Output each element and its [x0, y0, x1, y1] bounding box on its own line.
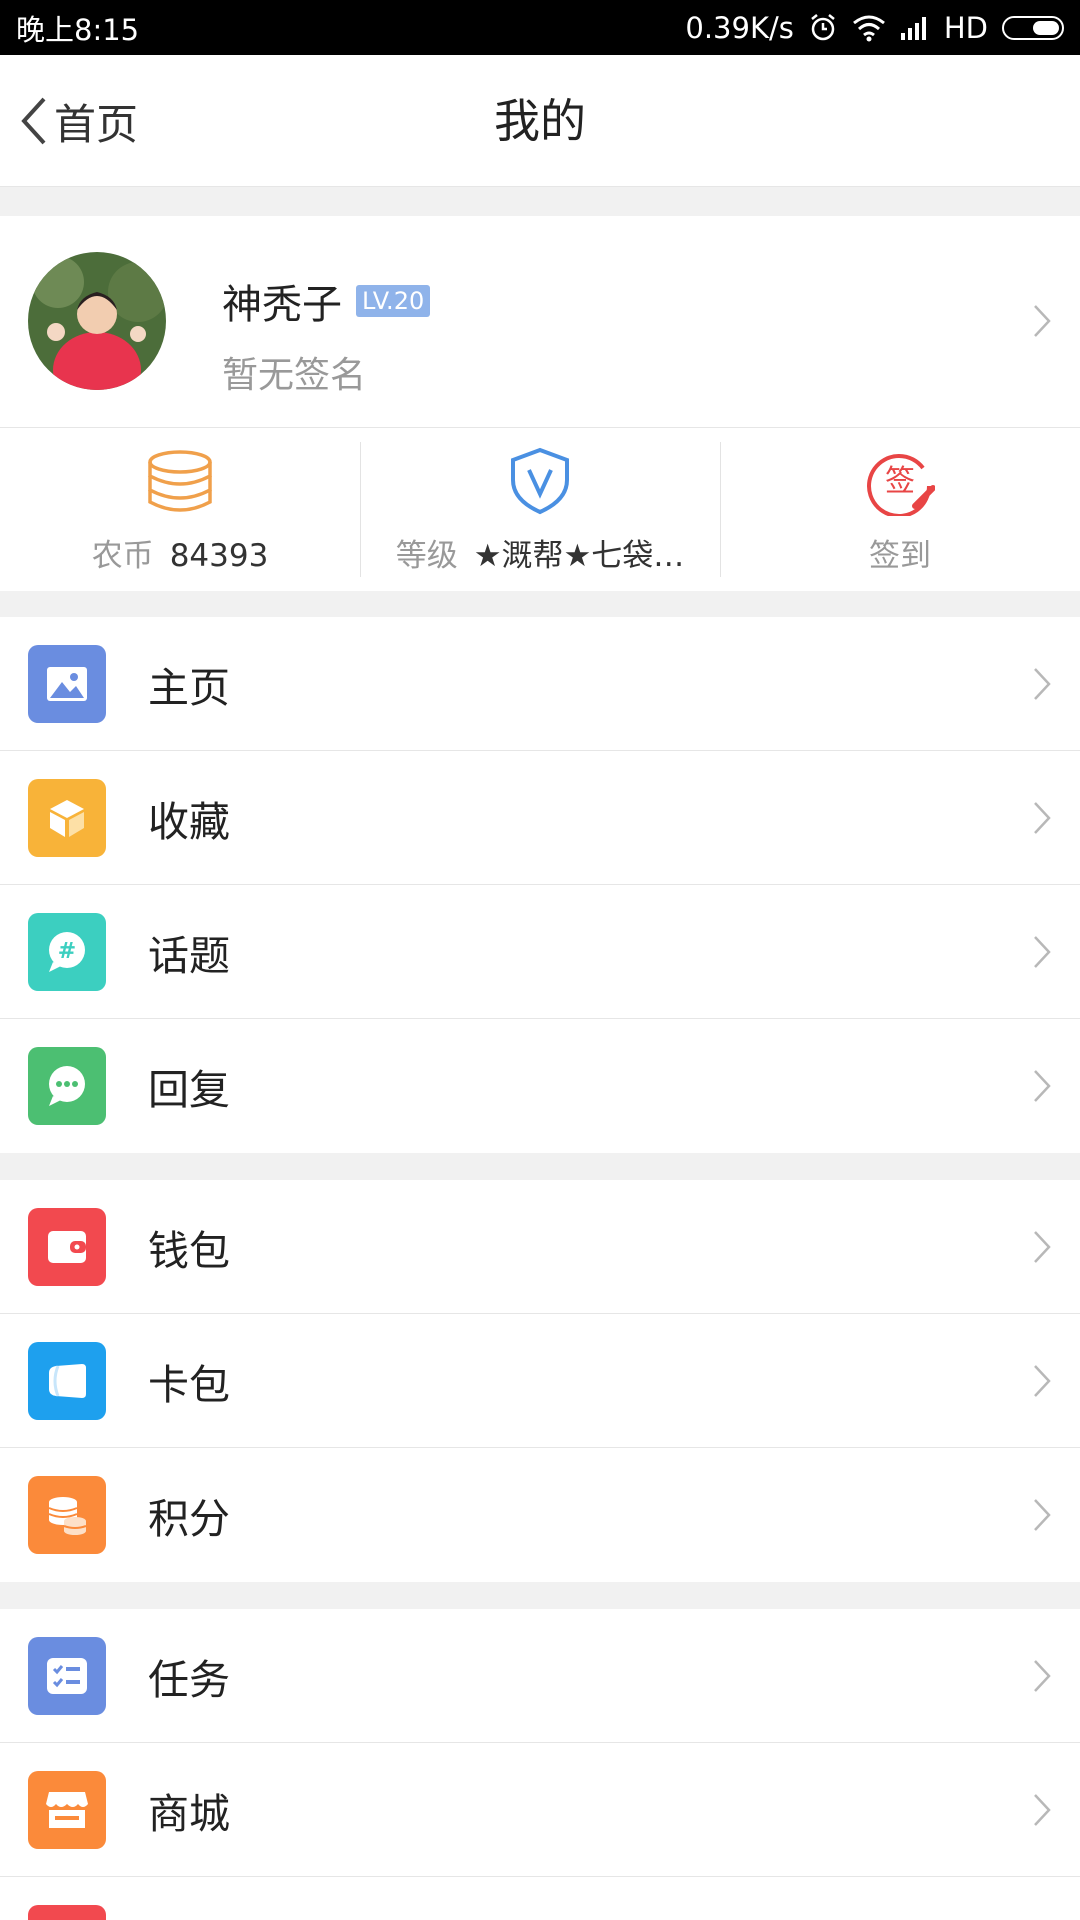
menu-item-tasks[interactable]: 任务: [0, 1609, 1080, 1743]
profile-name-row: 神秃子 LV.20: [222, 272, 431, 330]
alarm-icon: [811, 13, 835, 40]
shield-v-icon: [511, 447, 569, 515]
chevron-right-icon: [1034, 305, 1051, 337]
profile-card[interactable]: 神秃子 LV.20 暂无签名: [0, 216, 1080, 427]
menu-item-label: 收藏: [148, 797, 230, 846]
menu-item-label: 积分: [148, 1495, 230, 1543]
stat-level[interactable]: 等级 ★溉帮★七袋…: [360, 428, 720, 591]
box-icon: [28, 779, 106, 857]
signal-icon: [900, 16, 926, 40]
stat-value: 84393: [169, 538, 269, 574]
nav-bar: 首页 我的: [0, 55, 1080, 187]
menu-item-card-pack[interactable]: 卡包: [0, 1314, 1080, 1448]
chevron-right-icon: [1034, 936, 1051, 968]
checklist-icon: [28, 1637, 106, 1715]
menu-item-home[interactable]: 主页: [0, 617, 1080, 751]
menu-item-more[interactable]: [0, 1877, 1080, 1920]
status-time: 晚上8:15: [16, 12, 140, 47]
menu-item-favorites[interactable]: 收藏: [0, 751, 1080, 885]
more-icon: [28, 1905, 106, 1920]
sign-in-icon: 签: [867, 454, 935, 516]
menu-item-label: 卡包: [148, 1360, 230, 1409]
card-icon: [28, 1342, 106, 1420]
menu-group-1: 主页 收藏 # 话题 回复: [0, 617, 1080, 1153]
stat-label: 农币: [91, 538, 154, 574]
level-badge: LV.20: [356, 285, 431, 317]
svg-text:签: 签: [885, 464, 915, 499]
battery-icon: [1002, 15, 1064, 40]
menu-group-2: 钱包 卡包 积分: [0, 1180, 1080, 1582]
coins-stack-icon: [148, 450, 212, 512]
menu-item-mall[interactable]: 商城: [0, 1743, 1080, 1877]
menu-item-replies[interactable]: 回复: [0, 1019, 1080, 1153]
menu-item-label: 任务: [148, 1655, 230, 1704]
avatar[interactable]: [28, 252, 166, 390]
svg-text:#: #: [58, 939, 76, 964]
wifi-icon: [852, 15, 885, 41]
status-bar: 晚上8:15 0.39K/s HD: [0, 0, 1080, 55]
stat-coins[interactable]: 农币 84393: [0, 428, 360, 591]
hashtag-bubble-icon: #: [28, 913, 106, 991]
chevron-right-icon: [1034, 802, 1051, 834]
points-coins-icon: [28, 1476, 106, 1554]
chevron-right-icon: [1034, 1794, 1051, 1826]
menu-item-label: 话题: [148, 931, 230, 980]
stat-label: 等级: [395, 538, 458, 574]
signature: 暂无签名: [222, 355, 367, 396]
chevron-right-icon: [1034, 1365, 1051, 1397]
stat-signin[interactable]: 签 签到: [720, 428, 1080, 591]
wallet-icon: [28, 1208, 106, 1286]
chevron-right-icon: [1034, 668, 1051, 700]
username: 神秃子: [222, 282, 342, 328]
menu-group-3: 任务 商城: [0, 1609, 1080, 1920]
network-speed: 0.39K/s: [685, 10, 794, 45]
menu-item-label: 钱包: [148, 1226, 230, 1275]
menu-item-points[interactable]: 积分: [0, 1448, 1080, 1582]
menu-item-label: 回复: [148, 1066, 230, 1114]
stats-row: 农币 84393 等级 ★溉帮★七袋… 签 签到: [0, 427, 1080, 591]
stat-value: ★溉帮★七袋…: [473, 538, 685, 574]
page-title: 我的: [494, 94, 586, 148]
picture-icon: [28, 645, 106, 723]
stat-label: 签到: [869, 538, 931, 574]
menu-item-wallet[interactable]: 钱包: [0, 1180, 1080, 1314]
menu-item-label: 主页: [148, 663, 230, 712]
chevron-right-icon: [1034, 1231, 1051, 1263]
store-icon: [28, 1771, 106, 1849]
menu-item-label: 商城: [148, 1789, 230, 1838]
chevron-right-icon: [1034, 1499, 1051, 1531]
chevron-right-icon: [1034, 1070, 1051, 1102]
chat-bubble-icon: [28, 1047, 106, 1125]
menu-item-topics[interactable]: # 话题: [0, 885, 1080, 1019]
chevron-right-icon: [1034, 1660, 1051, 1692]
network-type: HD: [943, 10, 988, 45]
